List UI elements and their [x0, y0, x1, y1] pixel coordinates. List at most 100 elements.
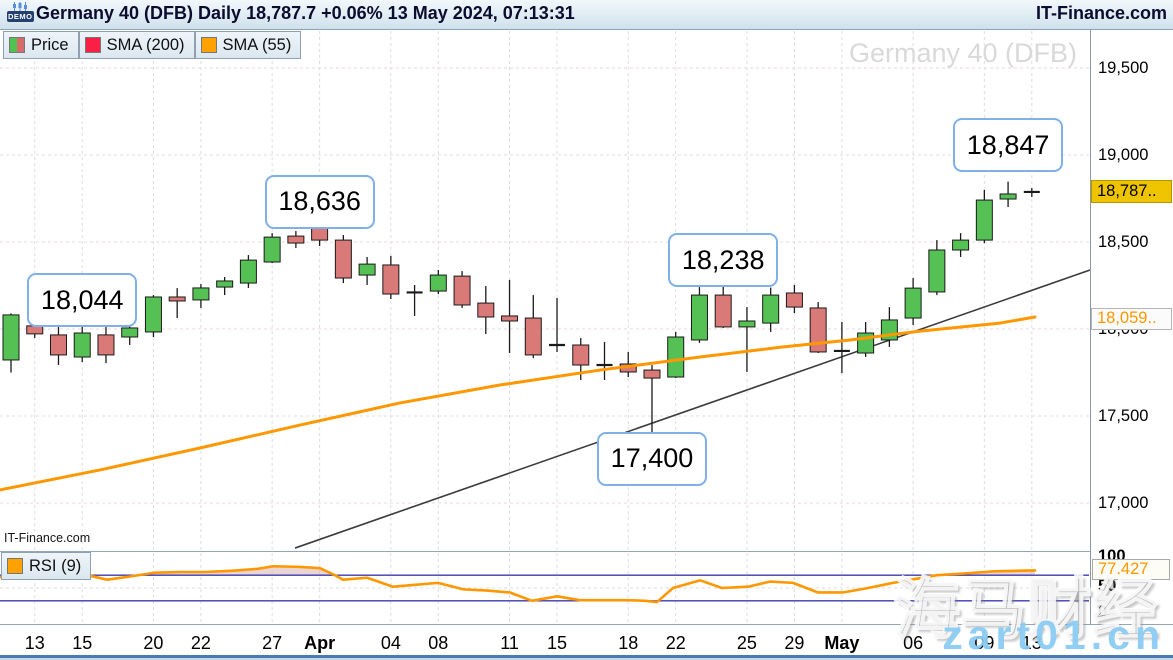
candle[interactable]: [3, 313, 19, 372]
candle-body: [644, 370, 660, 378]
time-axis-label: 27: [262, 633, 282, 654]
candle-body: [786, 293, 802, 307]
time-axis-label: 15: [72, 633, 92, 654]
candle-body: [763, 295, 779, 323]
sma200-swatch-icon: [85, 37, 101, 53]
candle[interactable]: [786, 285, 802, 313]
pane-separator[interactable]: [0, 551, 1090, 552]
candle[interactable]: [502, 280, 518, 353]
candle[interactable]: [929, 240, 945, 295]
candle-body: [739, 321, 755, 327]
time-axis-panel[interactable]: [0, 625, 1173, 655]
time-axis-label: 22: [191, 633, 211, 654]
legend-sma200-chip[interactable]: SMA (200): [79, 31, 195, 59]
candle-body: [454, 276, 470, 305]
time-axis-label: 08: [428, 633, 448, 654]
candle-body: [27, 326, 43, 334]
candle-body: [264, 237, 280, 262]
candle-body: [145, 297, 161, 332]
price-swatch-icon: [9, 37, 25, 53]
candle[interactable]: [335, 235, 351, 283]
candle[interactable]: [217, 277, 233, 295]
candle-body: [691, 295, 707, 340]
rsi-value-tag: 77.427: [1092, 559, 1170, 580]
price-callout[interactable]: 18,044: [27, 273, 137, 327]
candle[interactable]: [169, 288, 185, 318]
candle[interactable]: [50, 325, 66, 365]
candle[interactable]: [145, 295, 161, 337]
price-callout[interactable]: 18,636: [265, 175, 375, 229]
rsi-swatch-icon: [7, 558, 23, 574]
price-axis-label: 19,500: [1098, 57, 1148, 79]
candle[interactable]: [525, 295, 541, 358]
candle[interactable]: [644, 365, 660, 433]
candle[interactable]: [691, 287, 707, 343]
time-axis-label: 09: [974, 633, 994, 654]
candle[interactable]: [383, 256, 399, 299]
candle[interactable]: [1024, 188, 1040, 197]
candle[interactable]: [193, 284, 209, 308]
rsi-line[interactable]: [0, 566, 1035, 602]
candle[interactable]: [264, 233, 280, 263]
legend-price-label: Price: [31, 36, 69, 55]
candle[interactable]: [834, 322, 850, 373]
candle-body: [50, 335, 66, 355]
candle[interactable]: [98, 325, 114, 363]
candle-body: [905, 288, 921, 318]
candle[interactable]: [953, 233, 969, 257]
time-axis-label: 11: [500, 633, 519, 654]
time-axis-label: 13: [1022, 633, 1042, 654]
candle[interactable]: [407, 285, 423, 316]
current-price-tag: 18,787..: [1091, 180, 1172, 203]
candle[interactable]: [905, 278, 921, 325]
candle[interactable]: [881, 307, 897, 347]
legend-sma55-chip[interactable]: SMA (55): [195, 31, 302, 59]
candle[interactable]: [715, 285, 731, 328]
price-axis-label: 17,500: [1098, 405, 1148, 427]
price-callout[interactable]: 18,238: [668, 233, 778, 287]
candle[interactable]: [359, 257, 375, 285]
candle[interactable]: [454, 271, 470, 308]
candle-body: [1000, 194, 1016, 199]
candle-body: [193, 288, 209, 300]
time-axis-label: 06: [903, 633, 923, 654]
time-axis-label: 29: [784, 633, 804, 654]
candle[interactable]: [1000, 182, 1016, 207]
price-axis-label: 19,000: [1098, 144, 1148, 166]
candle[interactable]: [763, 288, 779, 332]
candle[interactable]: [739, 307, 755, 372]
demo-label: DEMO: [7, 11, 34, 22]
main-chart[interactable]: [0, 0, 1173, 660]
candle[interactable]: [549, 298, 565, 352]
candle-body: [573, 345, 589, 365]
candle[interactable]: [478, 286, 494, 334]
time-axis-label: 20: [143, 633, 163, 654]
time-axis-label: 04: [381, 633, 401, 654]
sma55-swatch-icon: [201, 37, 217, 53]
price-callout[interactable]: 18,847: [953, 118, 1063, 172]
price-callout[interactable]: 17,400: [597, 432, 707, 486]
candle-body: [715, 295, 731, 327]
candle-body: [169, 297, 185, 301]
time-axis-label: May: [824, 633, 859, 654]
legend-rsi-chip[interactable]: RSI (9): [1, 552, 91, 580]
price-legend-row: Price SMA (200) SMA (55): [3, 31, 301, 59]
price-axis-label: 18,500: [1098, 231, 1148, 253]
candle-body: [953, 240, 969, 250]
corner-brand: IT-Finance.com: [4, 531, 90, 545]
candle[interactable]: [668, 332, 684, 378]
candle[interactable]: [430, 270, 446, 294]
candle-body: [929, 250, 945, 292]
pane-separator[interactable]: [0, 624, 1173, 625]
legend-price-chip[interactable]: Price: [3, 31, 79, 59]
time-axis-label: 22: [666, 633, 686, 654]
candle[interactable]: [240, 255, 256, 288]
candle[interactable]: [288, 231, 304, 248]
rsi-legend-row: RSI (9): [1, 552, 91, 580]
candle[interactable]: [74, 322, 90, 362]
sma55-value-tag: 18,059..: [1091, 308, 1172, 330]
price-axis-label: 17,000: [1098, 492, 1148, 514]
time-axis-label: 13: [25, 633, 45, 654]
candle[interactable]: [976, 190, 992, 243]
candle[interactable]: [597, 342, 613, 380]
